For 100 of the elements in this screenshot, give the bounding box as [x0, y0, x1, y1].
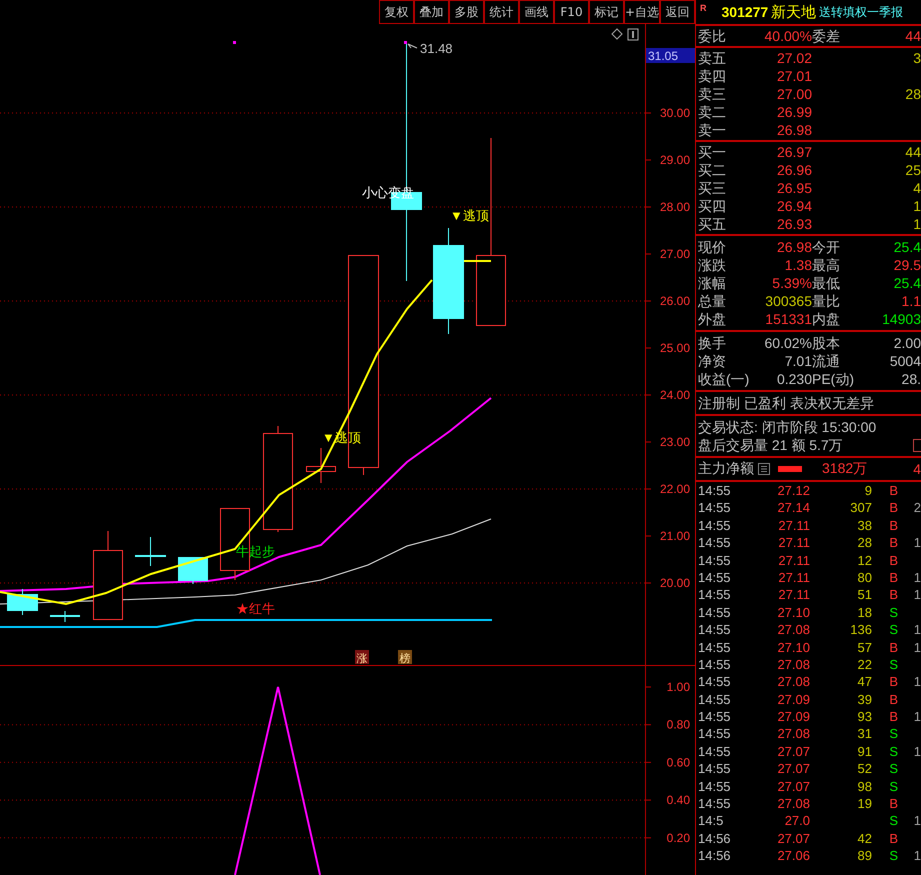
order-price: 26.97 — [776, 143, 812, 161]
trade-side: S — [888, 621, 898, 639]
trade-price: 27.08 — [776, 673, 810, 691]
flow-bar — [778, 466, 802, 472]
field-label: 委比 — [698, 27, 726, 45]
field-label: 今开 — [812, 238, 840, 256]
expand-icon[interactable] — [913, 438, 921, 452]
badge-label: 榜 — [400, 653, 410, 665]
trade-side: B — [888, 690, 898, 708]
trade-price: 27.08 — [776, 656, 810, 674]
toolbar-button[interactable]: 标记 — [589, 0, 624, 23]
trade-price: 27.11 — [777, 568, 810, 586]
trade-volume: 47 — [856, 673, 872, 691]
trade-price: 27.0 — [784, 812, 810, 830]
field-value: 28. — [902, 370, 921, 388]
candlestick — [178, 556, 208, 584]
order-volume: 3 — [912, 49, 921, 67]
trade-time: 14:56 — [698, 847, 732, 865]
order-price: 26.93 — [776, 215, 812, 233]
trade-price: 27.07 — [776, 830, 810, 848]
panel-icon[interactable] — [628, 28, 638, 40]
trade-side: S — [888, 656, 898, 674]
order-price: 26.96 — [776, 161, 812, 179]
order-price: 27.02 — [776, 49, 812, 67]
toolbar-button[interactable]: +自选 — [624, 0, 660, 23]
trade-side: S — [888, 742, 898, 760]
after-hours-volume: 盘后交易量 21 额 5.7万 — [698, 436, 843, 454]
field-value: 3182万 — [822, 460, 868, 478]
order-level-label: 卖二 — [698, 103, 727, 121]
toolbar-button[interactable]: 叠加 — [414, 0, 449, 23]
order-level-label: 买五 — [698, 215, 727, 233]
price-axis-label: 28.00 — [660, 200, 690, 214]
trade-side: B — [888, 638, 898, 656]
order-volume: 44 — [904, 143, 921, 161]
price-axis-label: 25.00 — [660, 341, 690, 355]
toolbar-button[interactable]: 复权 — [379, 0, 414, 23]
candlestick — [7, 588, 38, 616]
trade-volume: 307 — [849, 499, 872, 517]
field-label: PE(动) — [812, 370, 854, 388]
field-value: 4 — [913, 461, 921, 477]
indicator-axis-label: 0.20 — [666, 830, 690, 845]
order-volume: 28 — [904, 85, 921, 103]
trade-count: 1 — [912, 742, 921, 760]
field-label: 换手 — [698, 334, 726, 352]
price-axis-label: 30.00 — [660, 106, 690, 120]
trade-side: B — [888, 795, 898, 812]
trade-count: 1 — [912, 586, 921, 604]
trade-side: B — [888, 830, 898, 848]
toolbar-button[interactable]: 返回 — [660, 0, 696, 23]
order-level-label: 买三 — [698, 179, 727, 197]
field-value: 0.230 — [776, 370, 812, 388]
trade-volume: 98 — [856, 778, 872, 796]
order-price: 27.01 — [776, 67, 812, 85]
trade-volume: 80 — [856, 568, 872, 586]
price-axis-label: 23.00 — [660, 435, 690, 449]
order-level-label: 卖四 — [698, 67, 727, 85]
order-volume: 4 — [912, 179, 921, 197]
field-label: 委差 — [812, 27, 840, 45]
trade-side: B — [888, 482, 898, 500]
trade-volume: 89 — [856, 847, 872, 865]
trade-price: 27.09 — [776, 690, 810, 708]
field-value: 151331 — [765, 310, 812, 328]
field-value: 60.02% — [764, 334, 812, 352]
toolbar-button[interactable]: 多股 — [449, 0, 484, 23]
trade-volume: 22 — [856, 656, 872, 674]
trade-price: 27.10 — [776, 604, 810, 622]
trade-volume: 12 — [856, 552, 872, 569]
order-level-label: 卖五 — [698, 49, 727, 67]
list-icon[interactable] — [758, 463, 770, 475]
order-volume: 1 — [912, 197, 921, 215]
trade-time: 14:55 — [698, 760, 732, 778]
toolbar-button[interactable]: 画线 — [519, 0, 554, 23]
field-value: 29.5 — [894, 256, 921, 274]
trade-count: 1 — [912, 568, 921, 586]
moving-average-line — [464, 260, 491, 262]
last-price-tag: 31.05 — [646, 48, 695, 63]
toolbar-button[interactable]: 统计 — [484, 0, 519, 23]
indicator-axis-label: 1.00 — [666, 680, 690, 694]
trade-price: 27.08 — [776, 725, 810, 743]
field-value: 7.01 — [784, 352, 812, 370]
chart-annotation: ★红牛 — [236, 601, 275, 616]
trade-time: 14:55 — [698, 673, 732, 691]
trade-time: 14:55 — [698, 690, 732, 708]
trade-time: 14:55 — [698, 638, 732, 656]
toolbar-button[interactable]: F10 — [554, 0, 589, 23]
trade-time: 14:55 — [698, 778, 732, 796]
trade-volume: 28 — [856, 534, 872, 552]
trade-volume: 39 — [856, 690, 872, 708]
diamond-icon[interactable] — [611, 28, 623, 40]
trade-price: 27.07 — [776, 778, 810, 796]
order-level-label: 卖一 — [698, 121, 727, 139]
field-label: 流通 — [812, 352, 840, 370]
trade-side: B — [888, 499, 898, 517]
field-value: 5004 — [890, 352, 921, 370]
field-value: 2.00 — [894, 334, 921, 352]
trade-side: S — [888, 760, 898, 778]
trade-volume: 91 — [856, 742, 872, 760]
trade-time: 14:55 — [698, 499, 732, 517]
trade-side: B — [888, 516, 898, 534]
candlestick — [50, 610, 80, 622]
